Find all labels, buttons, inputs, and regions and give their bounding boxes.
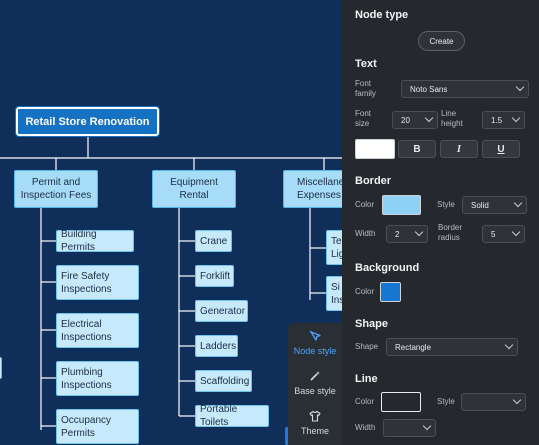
- branch-node-equipment-rental[interactable]: Equipment Rental: [152, 170, 236, 208]
- branch-node-permit-fees[interactable]: Permit and Inspection Fees: [14, 170, 98, 208]
- leaf-node[interactable]: Forklift: [195, 265, 234, 287]
- font-size-select[interactable]: 20: [392, 111, 438, 129]
- line-height-select[interactable]: 1.5: [482, 111, 525, 129]
- background-color-label: Color: [355, 287, 375, 296]
- chevron-down-icon: [511, 227, 521, 237]
- bold-button[interactable]: B: [398, 140, 436, 158]
- border-color-label: Color: [355, 200, 375, 209]
- italic-button[interactable]: I: [440, 140, 478, 158]
- text-section-title: Text: [355, 58, 377, 70]
- background-section-title: Background: [355, 262, 420, 274]
- font-size-value: 20: [401, 115, 410, 125]
- font-family-value: Noto Sans: [410, 84, 448, 94]
- create-button[interactable]: Create: [418, 31, 465, 51]
- node-type-title: Node type: [355, 9, 409, 21]
- shape-label: Shape: [355, 342, 379, 351]
- chevron-down-icon: [504, 340, 514, 350]
- line-height-value: 1.5: [491, 115, 503, 125]
- leaf-node[interactable]: Portable Toilets: [195, 404, 269, 428]
- leaf-node[interactable]: Crane: [195, 230, 232, 252]
- leaf-node[interactable]: Occupancy Permits: [56, 409, 139, 444]
- background-color-swatch[interactable]: [380, 282, 401, 302]
- shape-select[interactable]: Rectangle: [386, 338, 518, 356]
- tool-base-style-label: Base style: [294, 386, 336, 396]
- border-section-title: Border: [355, 175, 392, 187]
- shape-section-title: Shape: [355, 318, 389, 330]
- border-width-label: Width: [355, 229, 376, 238]
- leaf-node[interactable]: Scaffolding: [195, 370, 252, 392]
- chevron-down-icon: [513, 198, 523, 208]
- tool-theme[interactable]: Theme: [288, 410, 342, 436]
- base-style-icon: [288, 370, 342, 385]
- border-width-value: 2: [395, 229, 400, 239]
- style-panel: Node type Create Text Font family Noto S…: [342, 0, 539, 445]
- root-node-label: Retail Store Renovation: [25, 115, 150, 128]
- chevron-down-icon: [422, 421, 432, 431]
- leaf-node[interactable]: Building Permits: [56, 229, 134, 253]
- text-color-swatch[interactable]: [355, 139, 395, 159]
- chevron-down-icon: [511, 113, 521, 123]
- font-family-label: Font family: [355, 79, 376, 98]
- border-color-swatch[interactable]: [382, 195, 421, 215]
- leaf-node[interactable]: Plumbing Inspections: [56, 361, 139, 396]
- line-color-swatch[interactable]: [381, 392, 421, 412]
- leaf-node[interactable]: Te Lig: [326, 230, 342, 265]
- leaf-node[interactable]: Generator: [195, 300, 248, 322]
- border-style-label: Style: [437, 200, 455, 209]
- branch-node-miscellaneous[interactable]: Miscellaneo Expenses: [283, 170, 342, 208]
- tool-base-style[interactable]: Base style: [288, 370, 342, 396]
- border-radius-select[interactable]: 5: [482, 225, 525, 243]
- root-node[interactable]: Retail Store Renovation: [15, 106, 160, 137]
- chevron-down-icon: [515, 82, 525, 92]
- line-color-label: Color: [355, 397, 375, 406]
- leaf-node[interactable]: Electrical Inspections: [56, 313, 139, 348]
- border-width-select[interactable]: 2: [386, 225, 428, 243]
- line-section-title: Line: [355, 373, 378, 385]
- shape-value: Rectangle: [395, 342, 432, 352]
- chevron-down-icon: [512, 395, 522, 405]
- line-style-label: Style: [437, 397, 455, 406]
- line-height-label: Line height: [441, 109, 463, 128]
- line-width-select[interactable]: [383, 419, 436, 437]
- leaf-node[interactable]: Ladders: [195, 335, 238, 357]
- underline-button[interactable]: U: [482, 140, 520, 158]
- border-style-select[interactable]: Solid: [462, 196, 527, 214]
- leaf-node[interactable]: Fire Safety Inspections: [56, 265, 139, 300]
- chevron-down-icon: [424, 113, 434, 123]
- node-style-icon: [288, 330, 342, 345]
- leaf-node[interactable]: Si Ins: [326, 276, 342, 311]
- tool-node-style[interactable]: Node style: [288, 330, 342, 356]
- offscreen-node-edge[interactable]: [0, 357, 2, 379]
- chevron-down-icon: [414, 227, 424, 237]
- border-radius-value: 5: [491, 229, 496, 239]
- line-width-label: Width: [355, 423, 376, 432]
- font-family-select[interactable]: Noto Sans: [401, 80, 529, 98]
- line-style-select[interactable]: [461, 393, 526, 411]
- tool-node-style-label: Node style: [293, 346, 337, 356]
- border-style-value: Solid: [471, 200, 489, 210]
- style-tool-strip: Node style Base style Theme: [288, 323, 342, 445]
- border-radius-label: Border radius: [438, 223, 463, 242]
- tool-theme-label: Theme: [300, 426, 329, 436]
- font-size-label: Font size: [355, 109, 372, 128]
- theme-icon: [288, 410, 342, 425]
